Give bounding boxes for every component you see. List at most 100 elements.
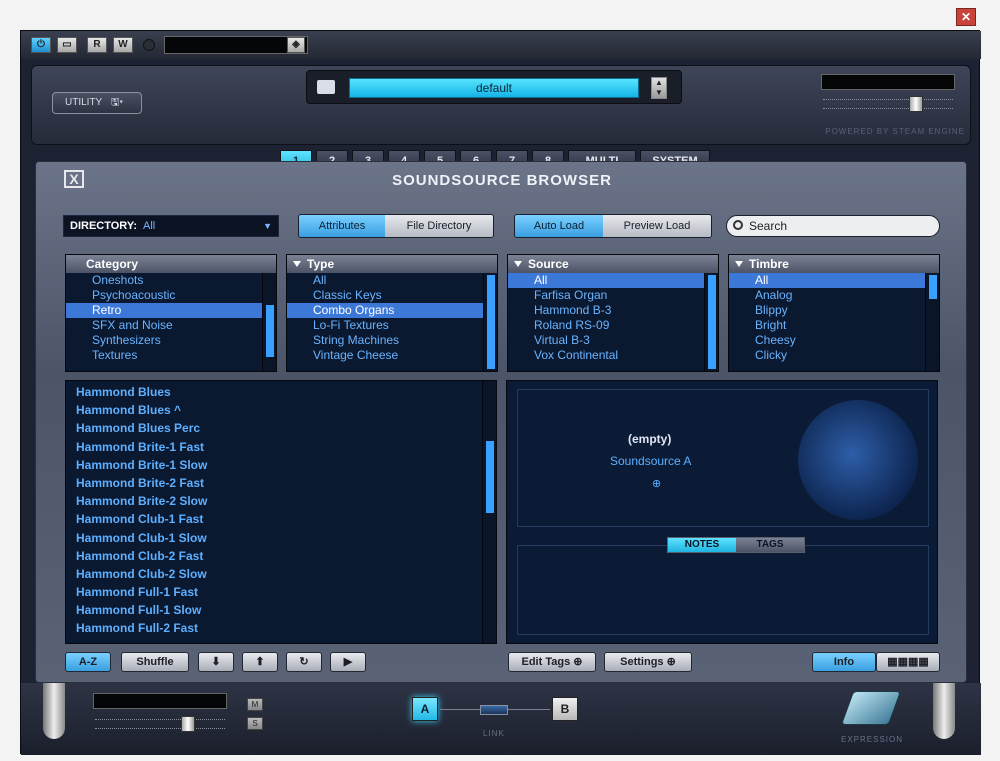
result-item[interactable]: Hammond Club-1 Slow [66,529,480,547]
zoom-icon: ⊕ [666,656,676,668]
source-item[interactable]: Hammond B-3 [508,303,704,318]
category-item[interactable]: Psychoacoustic [66,288,262,303]
result-item[interactable]: Hammond Full-2 Fast [66,619,480,637]
results-scrollbar[interactable] [482,381,496,643]
tab-file-directory[interactable]: File Directory [385,215,493,237]
tab-auto-load[interactable]: Auto Load [515,215,603,237]
timbre-item[interactable]: Bright [729,318,925,333]
part-volume-thumb[interactable] [181,716,195,732]
snapshot-button[interactable]: ▭ [57,37,77,53]
mute-button[interactable]: M [247,698,263,711]
directory-selector[interactable]: DIRECTORY: All ▼ [63,215,279,237]
result-item[interactable]: Hammond Club-2 Fast [66,547,480,565]
category-item[interactable]: SFX and Noise [66,318,262,333]
type-item-selected[interactable]: Combo Organs [287,303,483,318]
type-item[interactable]: Lo-Fi Textures [287,318,483,333]
preset-box: default ▲ ▼ [306,70,682,104]
result-item[interactable]: Hammond Club-1 Fast [66,510,480,528]
sort-az-button[interactable]: A-Z [65,652,111,672]
master-volume-thumb[interactable] [909,96,923,112]
type-item[interactable]: String Machines [287,333,483,348]
grid-view-icon[interactable]: ▦▦▦▦ [876,652,940,672]
scrollbar-thumb[interactable] [486,441,494,513]
source-item[interactable]: Farfisa Organ [508,288,704,303]
view-mode-toggle: Attributes File Directory [298,214,494,238]
source-item[interactable]: Virtual B-3 [508,333,704,348]
notes-area[interactable] [517,545,929,635]
preset-spinner[interactable]: ▲ ▼ [651,77,667,99]
tab-notes[interactable]: NOTES [668,538,736,552]
type-item[interactable]: All [287,273,483,288]
result-item[interactable]: Hammond Blues [66,383,480,401]
expression-pedal-icon[interactable] [840,691,902,725]
read-button[interactable]: R [87,37,107,53]
result-item[interactable]: Hammond Blues ^ [66,401,480,419]
scrollbar-thumb[interactable] [266,305,274,357]
type-item[interactable]: Classic Keys [287,288,483,303]
timbre-item-selected[interactable]: All [729,273,925,288]
folder-icon[interactable] [317,80,335,94]
a-button[interactable]: A [412,697,438,721]
timbre-item[interactable]: Analog [729,288,925,303]
source-item[interactable]: Roland RS-09 [508,318,704,333]
tab-attributes[interactable]: Attributes [299,215,385,237]
timbre-scrollbar[interactable] [925,273,939,371]
result-item[interactable]: Hammond Full-1 Slow [66,601,480,619]
tab-preview-load[interactable]: Preview Load [603,215,711,237]
part-volume-slider[interactable] [95,719,225,729]
source-header-label: Source [528,257,569,271]
top-toolbar: ⏻ ▭ R W ◈ [21,31,981,59]
scrollbar-thumb[interactable] [487,275,495,369]
settings-button[interactable]: Settings ⊕ [604,652,692,672]
result-item[interactable]: Hammond Brite-1 Slow [66,456,480,474]
source-list: Source All Farfisa Organ Hammond B-3 Rol… [507,254,719,372]
result-item[interactable]: Hammond Full-1 Fast [66,583,480,601]
tuner-icon[interactable]: ◈ [287,37,305,53]
result-item[interactable]: Hammond Brite-2 Fast [66,474,480,492]
arrow-down-icon[interactable]: ⬇ [198,652,234,672]
edit-tags-button[interactable]: Edit Tags ⊕ [508,652,596,672]
result-item[interactable]: Hammond Club-2 Slow [66,565,480,583]
zoom-icon: ⊕ [573,656,583,668]
source-scrollbar[interactable] [704,273,718,371]
preset-name-field[interactable]: default [349,78,639,98]
category-item[interactable]: Synthesizers [66,333,262,348]
scrollbar-thumb[interactable] [929,275,937,299]
category-item-selected[interactable]: Retro [66,303,262,318]
timbre-item[interactable]: Cheesy [729,333,925,348]
right-handle [933,683,955,739]
info-button[interactable]: Info [812,652,876,672]
info-empty-label: (empty) [628,432,672,446]
result-item[interactable]: Hammond Brite-2 Slow [66,492,480,510]
result-item[interactable]: Hammond Brite-1 Fast [66,438,480,456]
scrollbar-thumb[interactable] [708,275,716,369]
edit-tags-label: Edit Tags [521,656,571,668]
b-button[interactable]: B [552,697,578,721]
shuffle-button[interactable]: Shuffle [121,652,189,672]
master-volume-slider[interactable] [823,99,953,109]
solo-button[interactable]: S [247,717,263,730]
arrow-up-icon[interactable]: ⬆ [242,652,278,672]
search-input[interactable]: Search [726,215,940,237]
timbre-item[interactable]: Blippy [729,303,925,318]
timbre-item[interactable]: Clicky [729,348,925,363]
info-panel: (empty) Soundsource A ⊕ NOTES TAGS [506,380,938,644]
source-item[interactable]: Vox Continental [508,348,704,363]
power-icon[interactable]: ⏻ [31,37,51,53]
write-button[interactable]: W [113,37,133,53]
type-item[interactable]: Vintage Cheese [287,348,483,363]
refresh-icon[interactable]: ↻ [286,652,322,672]
tab-tags[interactable]: TAGS [736,538,804,552]
play-icon[interactable]: ▶ [330,652,366,672]
result-item[interactable]: Hammond Blues Perc [66,419,480,437]
window-close-button[interactable]: ✕ [956,8,976,26]
category-item[interactable]: Oneshots [66,273,262,288]
link-toggle[interactable] [480,705,508,715]
type-scrollbar[interactable] [483,273,497,371]
category-item[interactable]: Textures [66,348,262,363]
directory-label: DIRECTORY: [70,220,138,232]
zoom-icon[interactable]: ⊕ [652,477,661,490]
source-item-selected[interactable]: All [508,273,704,288]
category-scrollbar[interactable] [262,273,276,371]
utility-button[interactable]: UTILITY 🖫▾ [52,92,142,114]
